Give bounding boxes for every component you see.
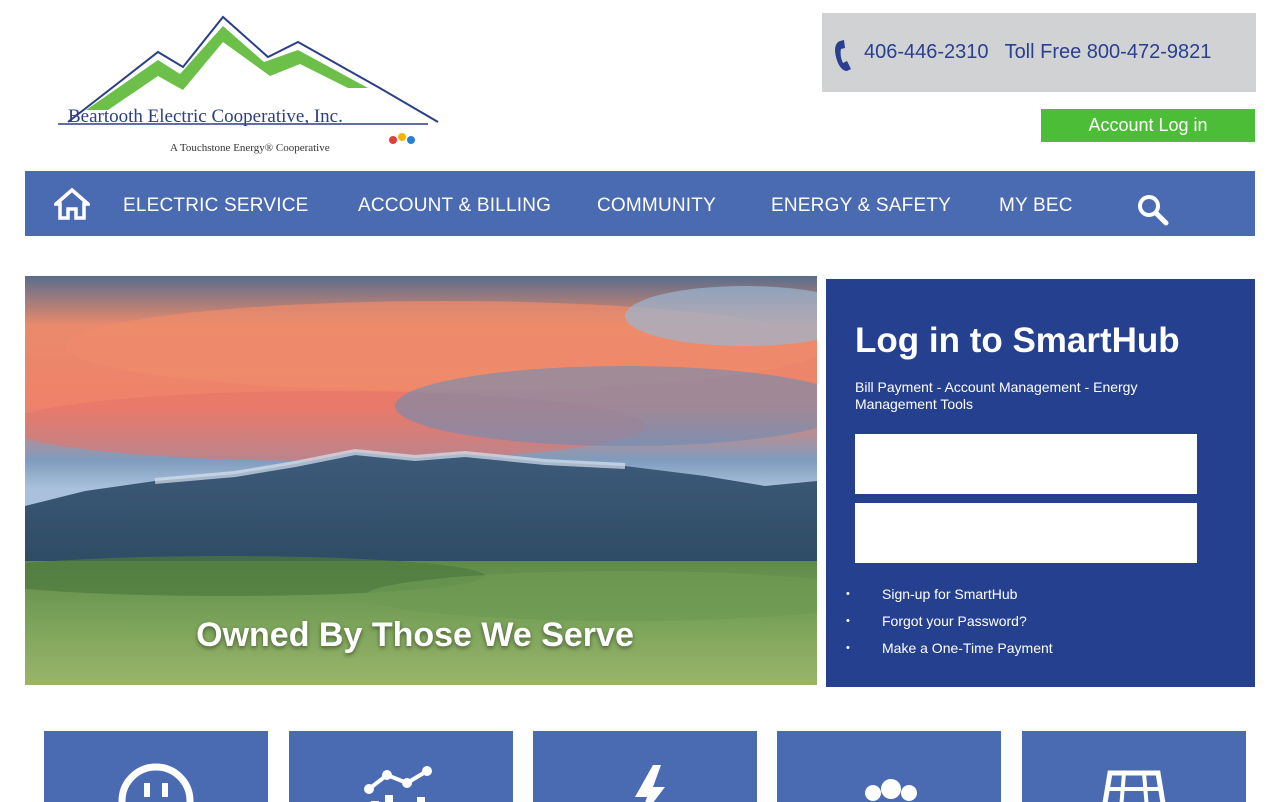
search-icon[interactable] [1136, 193, 1170, 227]
contact-phone-box: 406-446-2310 Toll Free 800-472-9821 [822, 13, 1256, 92]
signup-link[interactable]: Sign-up for SmartHub [882, 581, 1017, 608]
community-icon [865, 779, 917, 801]
forgot-password-link[interactable]: Forgot your Password? [882, 608, 1027, 635]
tile-usage[interactable] [289, 731, 513, 802]
page: Beartooth Electric Cooperative, Inc. A T… [0, 0, 1267, 802]
nav-item-account-billing[interactable]: ACCOUNT & BILLING [358, 195, 551, 217]
smarthub-title: Log in to SmartHub [855, 321, 1180, 360]
nav-item-energy-safety[interactable]: ENERGY & SAFETY [771, 195, 951, 217]
bullet-icon: • [846, 615, 850, 627]
home-icon[interactable] [54, 187, 90, 221]
one-time-payment-link[interactable]: Make a One-Time Payment [882, 635, 1053, 662]
list-item: • Forgot your Password? [846, 608, 1053, 635]
bullet-icon: • [846, 588, 850, 600]
tile-outlet[interactable] [44, 731, 268, 802]
username-input[interactable] [855, 434, 1197, 494]
nav-item-my-bec[interactable]: MY BEC [999, 195, 1073, 217]
lightning-icon [635, 765, 665, 802]
tile-power[interactable] [533, 731, 757, 802]
phone-number[interactable]: 406-446-2310 [864, 41, 989, 64]
hero-banner: Owned By Those We Serve [25, 276, 817, 685]
outlet-icon [118, 763, 194, 802]
hero-caption: Owned By Those We Serve [196, 616, 634, 654]
smarthub-subtitle: Bill Payment - Account Management - Ener… [855, 379, 1138, 412]
bullet-icon: • [846, 642, 850, 654]
main-nav: ELECTRIC SERVICE ACCOUNT & BILLING COMMU… [25, 171, 1255, 236]
usage-chart-icon [364, 766, 432, 802]
toll-free-number[interactable]: Toll Free 800-472-9821 [1005, 41, 1212, 64]
logo-title: Beartooth Electric Cooperative, Inc. [68, 106, 343, 127]
tile-community[interactable] [777, 731, 1001, 802]
logo-tagline: A Touchstone Energy® Cooperative [170, 142, 330, 154]
solar-panel-icon [1102, 770, 1166, 802]
list-item: • Sign-up for SmartHub [846, 581, 1053, 608]
tile-solar[interactable] [1022, 731, 1246, 802]
account-login-button[interactable]: Account Log in [1041, 109, 1255, 142]
phone-icon [835, 39, 851, 71]
password-input[interactable] [855, 503, 1197, 563]
smarthub-links: • Sign-up for SmartHub • Forgot your Passw… [846, 581, 1053, 662]
nav-item-community[interactable]: COMMUNITY [597, 195, 716, 217]
nav-item-electric-service[interactable]: ELECTRIC SERVICE [123, 195, 309, 217]
smarthub-login-panel: Log in to SmartHub Bill Payment - Accoun… [826, 279, 1255, 687]
list-item: • Make a One-Time Payment [846, 635, 1053, 662]
